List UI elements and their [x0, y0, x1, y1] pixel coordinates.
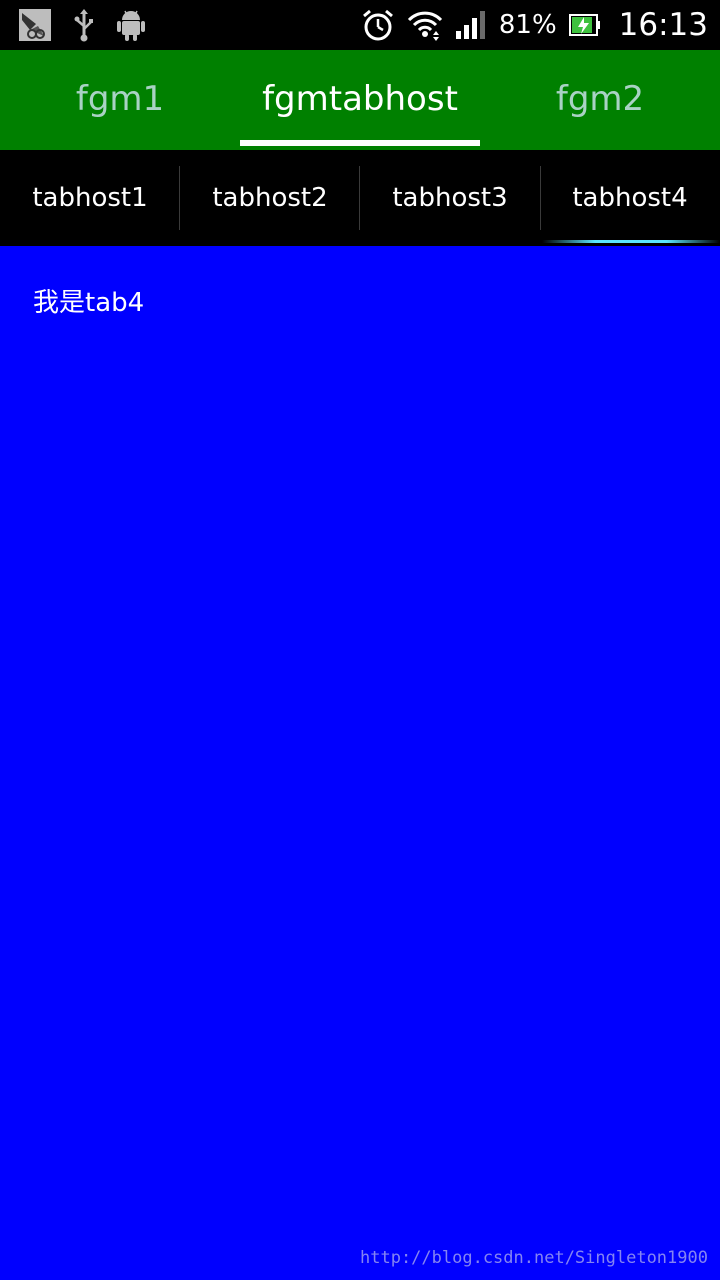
top-tab-selected-indicator — [240, 140, 480, 146]
top-tab-bar: fgm1 fgmtabhost fgm2 — [0, 50, 720, 150]
watermark: http://blog.csdn.net/Singleton1900 — [360, 1248, 708, 1268]
tabhost-tab-4[interactable]: tabhost4 — [540, 150, 720, 246]
usb-icon — [74, 8, 94, 42]
signal-icon — [455, 9, 487, 41]
tabhost-tab-2[interactable]: tabhost2 — [180, 150, 360, 246]
wifi-icon — [407, 8, 443, 42]
battery-charging-icon — [568, 12, 601, 38]
clock: 16:13 — [618, 7, 708, 43]
battery-percent: 81% — [498, 10, 557, 40]
status-bar-notifications — [18, 7, 146, 43]
tab-fgm1[interactable]: fgm1 — [0, 50, 240, 150]
tab-content-text: 我是tab4 — [33, 288, 145, 318]
tabhost-tab-3[interactable]: tabhost3 — [360, 150, 540, 246]
tab-content: 我是tab4 http://blog.csdn.net/Singleton190… — [0, 246, 720, 1280]
screen: 81% 16:13 fgm1 fgmtabhost fgm2 tabhost1 … — [0, 0, 720, 1280]
tab-fgm2[interactable]: fgm2 — [480, 50, 720, 150]
tab-fgmtabhost[interactable]: fgmtabhost — [240, 50, 480, 150]
status-bar-system: 81% 16:13 — [361, 0, 708, 50]
tabhost-tab-1[interactable]: tabhost1 — [0, 150, 180, 246]
alarm-icon — [361, 8, 395, 42]
screenshot-icon — [18, 8, 52, 42]
android-debug-icon — [116, 8, 146, 42]
tabhost-bar: tabhost1 tabhost2 tabhost3 tabhost4 — [0, 150, 720, 246]
tabhost-selected-indicator — [542, 240, 720, 243]
status-bar: 81% 16:13 — [0, 0, 720, 50]
